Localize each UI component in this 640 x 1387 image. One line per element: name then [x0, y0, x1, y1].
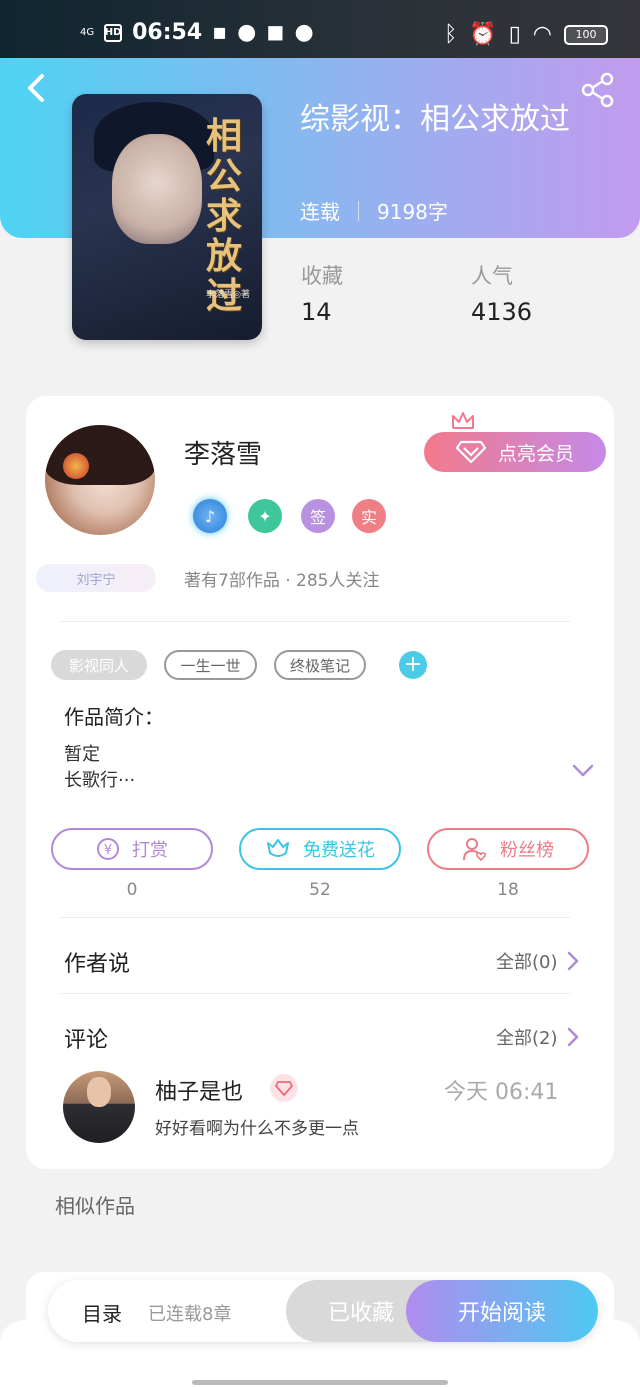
- chevron-down-icon[interactable]: [570, 757, 596, 783]
- sign-badge[interactable]: 签: [301, 499, 335, 533]
- author-says-more-label: 全部(0): [496, 952, 558, 973]
- status-time: 06:54: [132, 20, 203, 45]
- clipboard-icon: ▪: [212, 20, 228, 45]
- alarm-icon: ⏰: [469, 22, 497, 47]
- flower-icon: [267, 839, 289, 857]
- chevron-right-icon: [567, 951, 578, 971]
- book-title: 综影视：相公求放过: [300, 102, 570, 137]
- handshake-badge-icon[interactable]: ✦: [248, 499, 282, 533]
- bluetooth-icon: ᛒ: [444, 22, 458, 47]
- fan-ranking-button[interactable]: 粉丝榜: [427, 828, 589, 870]
- book-cover[interactable]: 相公求放过 李落雪◎著: [72, 94, 262, 340]
- book-meta: 连载 9198字: [300, 196, 448, 225]
- send-flower-button[interactable]: 免费送花: [239, 828, 401, 870]
- intro-text: 暂定 长歌行···: [64, 742, 135, 794]
- status-right: ᛒ ⏰ ▯ ◠ 100: [444, 22, 608, 47]
- intro-line: 暂定: [64, 744, 100, 765]
- comment-text: 好好看啊为什么不多更一点: [155, 1119, 359, 1139]
- vip-button[interactable]: 点亮会员: [424, 432, 606, 472]
- author-name[interactable]: 李落雪: [184, 434, 262, 471]
- tag-item[interactable]: 终极笔记: [274, 650, 366, 680]
- cover-author-mark: 李落雪◎著: [206, 290, 250, 300]
- tag-item[interactable]: 一生一世: [164, 650, 257, 680]
- divider: [60, 917, 570, 918]
- intro-label: 作品简介：: [64, 705, 164, 729]
- chevron-left-icon: [28, 74, 44, 102]
- svg-text:¥: ¥: [104, 843, 112, 858]
- author-says-more[interactable]: 全部(0): [496, 948, 580, 974]
- avatar-hair: [45, 425, 155, 485]
- cover-face: [112, 134, 202, 244]
- author-avatar[interactable]: [45, 425, 155, 535]
- bottom-action-bar: 目录 已连载8章 已收藏 开始阅读: [48, 1280, 598, 1342]
- tip-button-label: 打赏: [132, 840, 168, 861]
- author-says-title: 作者说: [64, 952, 131, 977]
- send-flower-label: 免费送花: [303, 840, 375, 861]
- divider: [60, 621, 570, 622]
- comments-more-label: 全部(2): [496, 1028, 558, 1049]
- status-bar: 4G HD 06:54 ▪ ● ◼ ● ᛒ ⏰ ▯ ◠ 100: [0, 0, 640, 60]
- commenter-name[interactable]: 柚子是也: [155, 1074, 243, 1106]
- intro-line: 长歌行···: [64, 770, 136, 791]
- tip-count: 0: [126, 880, 138, 900]
- vip-button-label: 点亮会员: [497, 442, 574, 465]
- commenter-avatar-head: [87, 1077, 111, 1107]
- stat-value-favorites: 14: [301, 298, 332, 326]
- hd-icon: HD: [104, 23, 123, 42]
- vibrate-icon: ▯: [508, 22, 521, 47]
- meta-separator: [358, 200, 359, 221]
- tag-item[interactable]: 影视同人: [51, 650, 147, 680]
- music-badge-icon[interactable]: ♪: [193, 499, 227, 533]
- diamond-icon: [455, 440, 486, 464]
- network-indicator: 4G: [80, 26, 95, 38]
- crown-icon: [452, 412, 474, 429]
- fan-tag: 刘宇宁: [36, 564, 156, 592]
- tip-button[interactable]: ¥ 打赏: [51, 828, 213, 870]
- yen-icon: ¥: [97, 838, 119, 860]
- avatar-flower: [63, 453, 89, 479]
- book-word-count: 9198字: [377, 200, 448, 224]
- stat-value-popularity: 4136: [471, 298, 533, 326]
- verified-badge[interactable]: 实: [352, 499, 386, 533]
- divider: [60, 993, 570, 994]
- comments-title: 评论: [64, 1028, 109, 1053]
- battery-icon: 100: [564, 24, 608, 45]
- wechat-icon: ●: [237, 20, 257, 45]
- back-button[interactable]: [22, 68, 52, 108]
- message-icon: ●: [294, 20, 314, 45]
- commenter-avatar[interactable]: [63, 1071, 135, 1143]
- cover-calligraphy: 相公求放过: [205, 115, 242, 317]
- user-heart-icon: [463, 838, 487, 862]
- stat-label-popularity: 人气: [471, 264, 513, 288]
- comments-more[interactable]: 全部(2): [496, 1024, 580, 1050]
- toc-button[interactable]: 目录: [82, 1298, 122, 1327]
- comment-time: 今天 06:41: [444, 1080, 559, 1105]
- start-reading-button[interactable]: 开始阅读: [406, 1280, 598, 1342]
- fan-count: 18: [497, 880, 519, 900]
- status-left: 4G HD 06:54 ▪ ● ◼ ●: [80, 20, 314, 45]
- wifi-icon: ◠: [532, 22, 552, 47]
- chevron-right-icon: [567, 1027, 578, 1047]
- stat-label-favorites: 收藏: [301, 264, 343, 288]
- fan-ranking-label: 粉丝榜: [500, 840, 554, 861]
- chapters-count[interactable]: 已连载8章: [148, 1300, 231, 1326]
- flower-count: 52: [309, 880, 331, 900]
- author-stats: 著有7部作品 · 285人关注: [184, 571, 380, 591]
- home-indicator[interactable]: [192, 1380, 448, 1385]
- similar-works-title: 相似作品: [55, 1194, 135, 1218]
- add-tag-button[interactable]: +: [399, 651, 427, 679]
- notification-icon: ◼: [266, 20, 285, 45]
- book-status: 连载: [300, 200, 340, 224]
- vip-diamond-icon: [270, 1074, 298, 1102]
